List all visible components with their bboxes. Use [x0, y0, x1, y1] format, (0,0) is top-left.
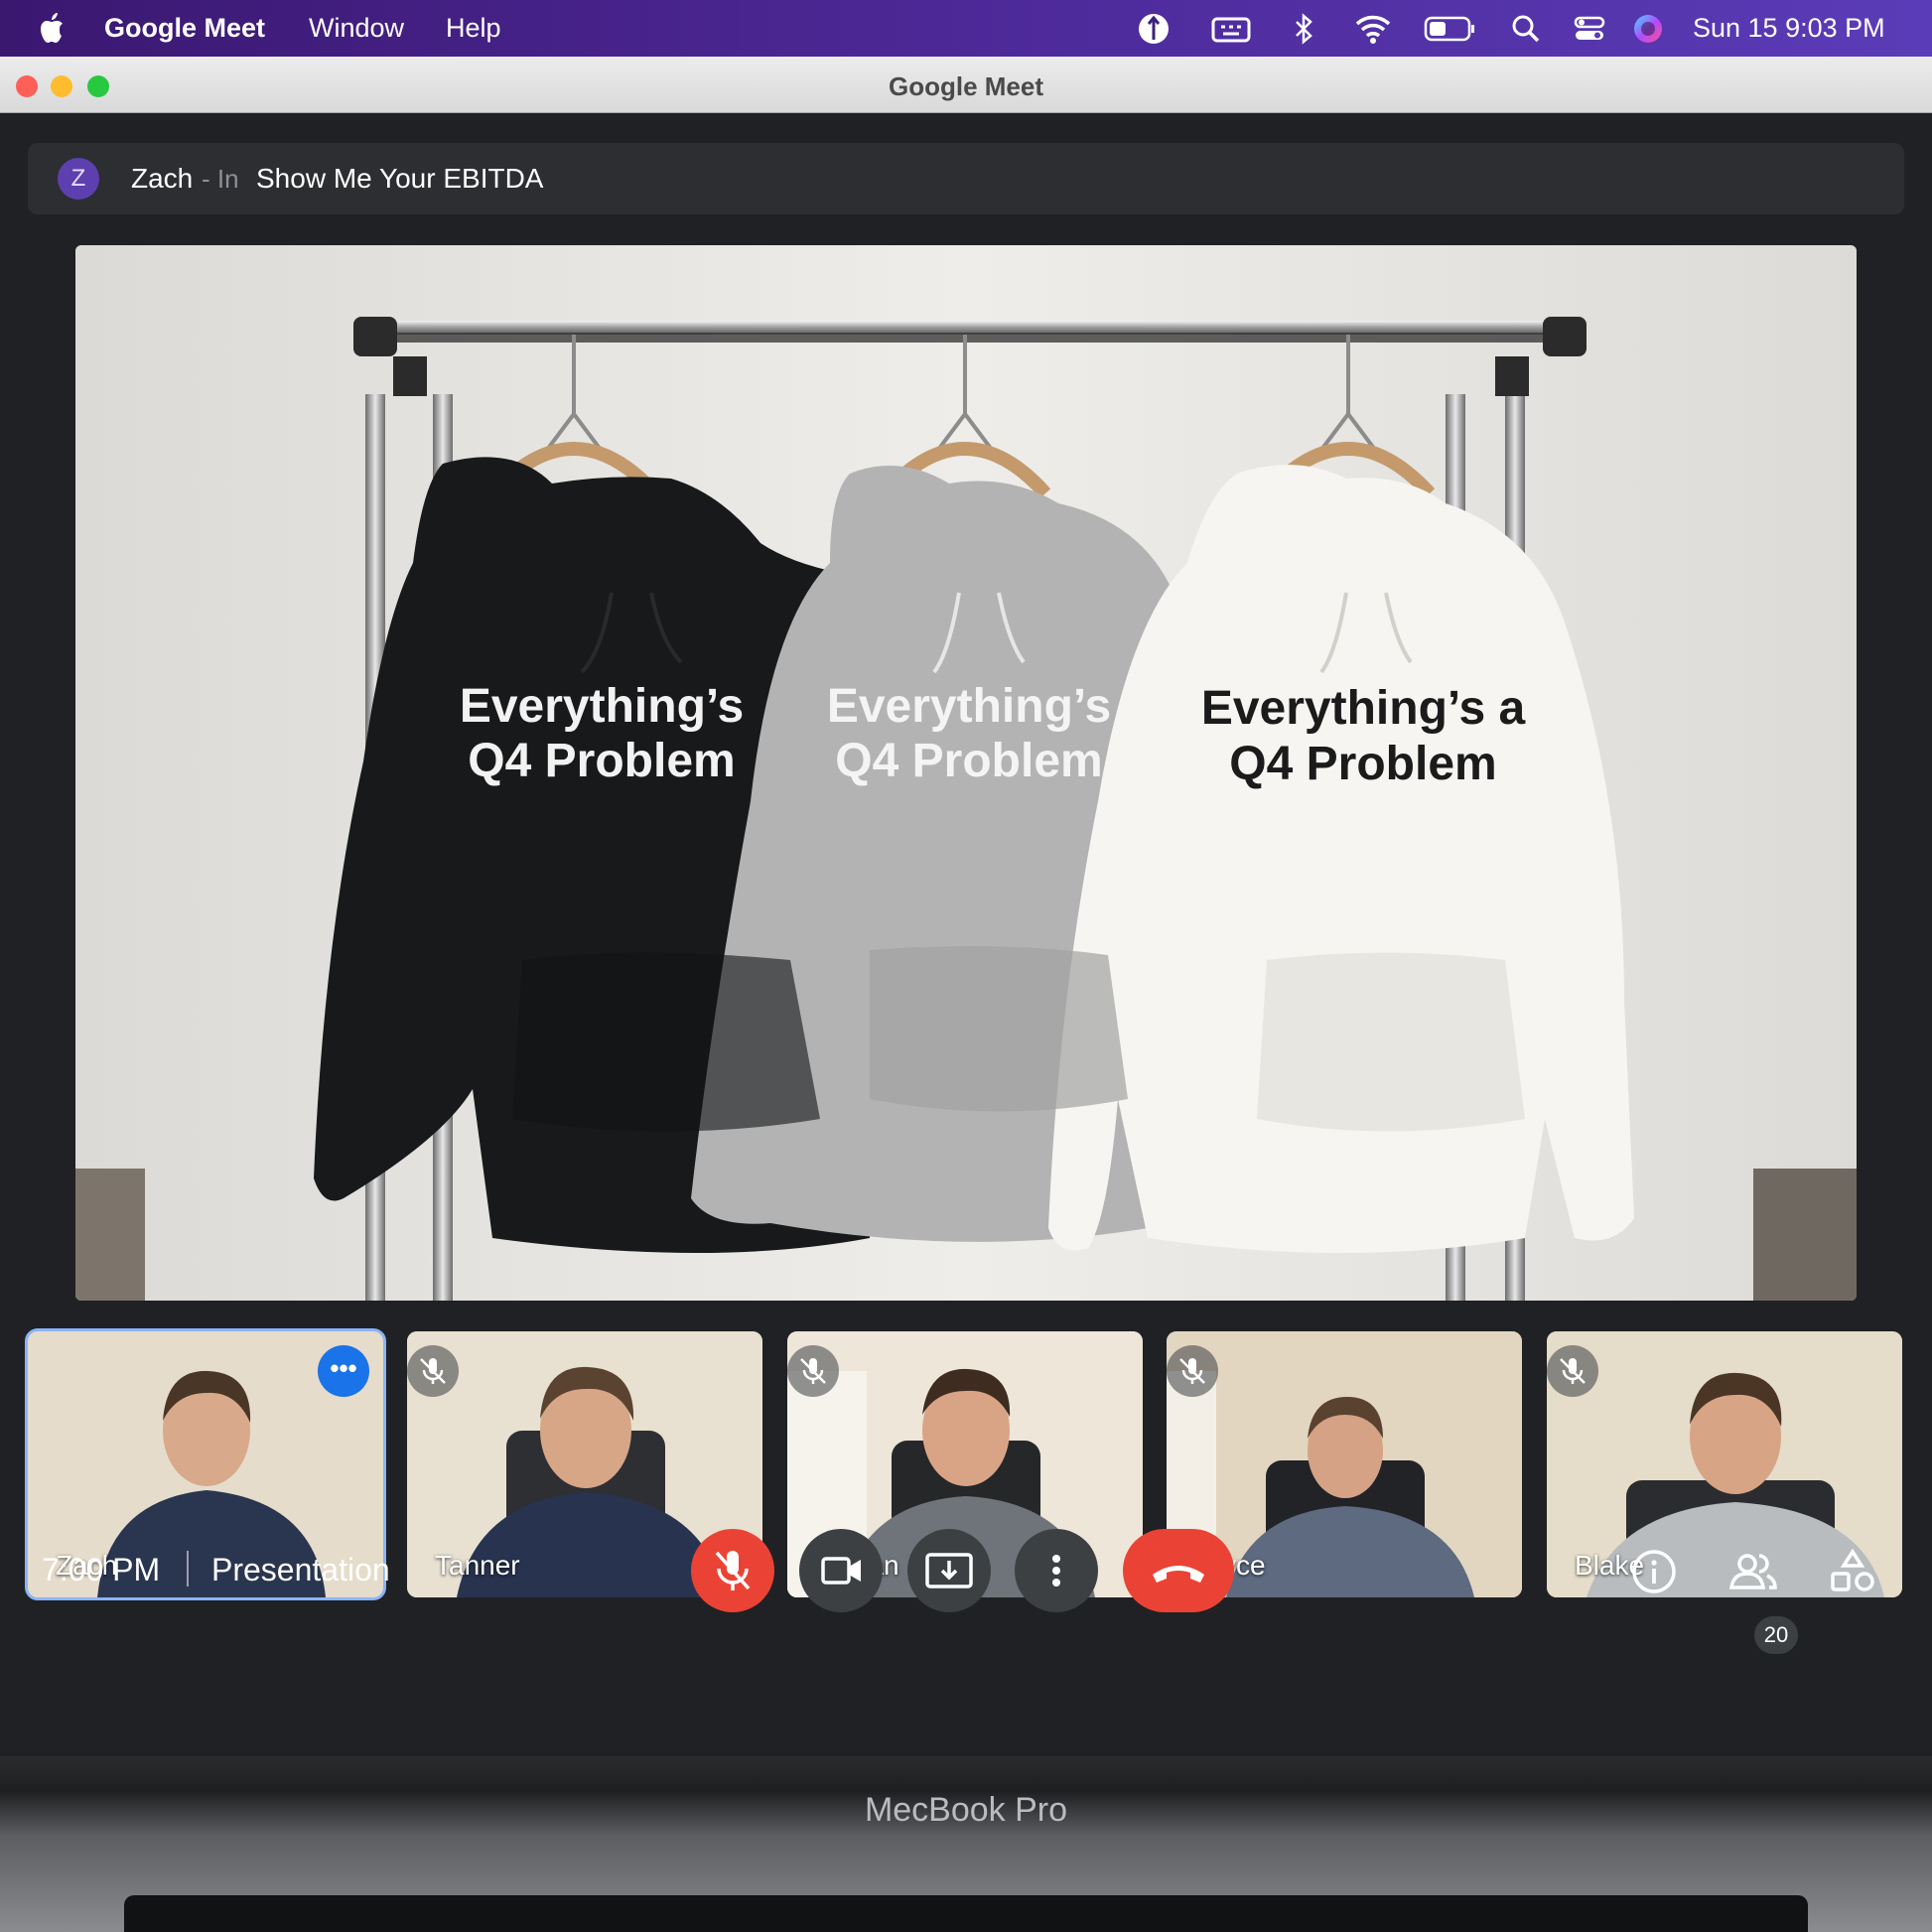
activities-icon[interactable]: [1825, 1544, 1880, 1599]
siri-icon[interactable]: [1631, 12, 1665, 46]
hang-up-icon: [1153, 1566, 1204, 1583]
mic-toggle-button[interactable]: [691, 1529, 774, 1612]
apple-logo-icon[interactable]: [38, 10, 69, 46]
meeting-label: Presentation: [211, 1552, 390, 1587]
vpn-icon[interactable]: [1137, 12, 1171, 46]
hoodie-rack-image: Everything’s Q4 Problem Everything’s Q4 …: [75, 245, 1857, 1301]
laptop-brand-label: MecBook Pro: [864, 1791, 1068, 1829]
video-camera-icon: [821, 1557, 861, 1585]
muted-mic-icon: [1547, 1345, 1598, 1397]
keyboard-icon[interactable]: [1211, 12, 1253, 46]
hoodie-grey-line2: Q4 Problem: [835, 735, 1102, 787]
camera-toggle-button[interactable]: [799, 1529, 883, 1612]
hoodie-white-line2: Q4 Problem: [1229, 738, 1496, 790]
presenter-avatar: Z: [58, 158, 99, 200]
menu-app-name[interactable]: Google Meet: [104, 13, 265, 44]
participant-count-badge: 20: [1754, 1616, 1798, 1654]
window-title-bar: Google Meet: [0, 57, 1932, 113]
presenter-name: Zach: [131, 163, 194, 194]
muted-mic-icon: [1167, 1345, 1218, 1397]
menu-help[interactable]: Help: [446, 13, 501, 44]
battery-icon[interactable]: [1424, 12, 1477, 46]
wifi-icon[interactable]: [1354, 12, 1392, 46]
bluetooth-icon[interactable]: [1287, 12, 1320, 46]
people-icon[interactable]: [1725, 1544, 1781, 1599]
leave-call-button[interactable]: [1123, 1529, 1234, 1612]
meet-window: Z Zach - In Show Me Your EBITDA Everythi…: [0, 113, 1932, 1756]
menu-window[interactable]: Window: [309, 13, 404, 44]
divider: [187, 1551, 189, 1587]
muted-mic-icon: [407, 1345, 459, 1397]
macos-menu-bar: Google Meet Window Help Sun 15 9:03 PM: [0, 0, 1932, 57]
laptop-bezel: MecBook Pro: [0, 1756, 1932, 1932]
meeting-info-icon[interactable]: [1626, 1544, 1682, 1599]
menubar-clock[interactable]: Sun 15 9:03 PM: [1693, 13, 1885, 44]
hoodie-black-line2: Q4 Problem: [468, 735, 735, 787]
presentation-stage: Everything’s Q4 Problem Everything’s Q4 …: [75, 245, 1857, 1301]
participant-name: Tanner: [435, 1550, 520, 1581]
meeting-clock: 7:00 PM: [42, 1552, 161, 1587]
presenter-banner: Z Zach - In Show Me Your EBITDA: [28, 143, 1904, 214]
mic-off-icon: [715, 1551, 751, 1590]
control-center-icon[interactable]: [1573, 12, 1606, 46]
hoodie-grey-line1: Everything’s: [827, 680, 1111, 733]
more-vert-icon: [1052, 1555, 1060, 1587]
muted-mic-icon: [787, 1345, 839, 1397]
present-now-button[interactable]: [907, 1529, 991, 1612]
present-screen-icon: [925, 1553, 973, 1588]
more-options-icon[interactable]: •••: [318, 1345, 369, 1397]
window-title: Google Meet: [888, 71, 1043, 101]
meeting-title: Show Me Your EBITDA: [256, 163, 544, 194]
spotlight-search-icon[interactable]: [1509, 12, 1543, 46]
hoodie-white-line1: Everything’s a: [1201, 682, 1526, 735]
more-options-button[interactable]: [1015, 1529, 1098, 1612]
touch-bar: [124, 1895, 1808, 1932]
presenter-separator: - In: [202, 164, 239, 194]
hoodie-black-line1: Everything’s: [460, 680, 744, 733]
